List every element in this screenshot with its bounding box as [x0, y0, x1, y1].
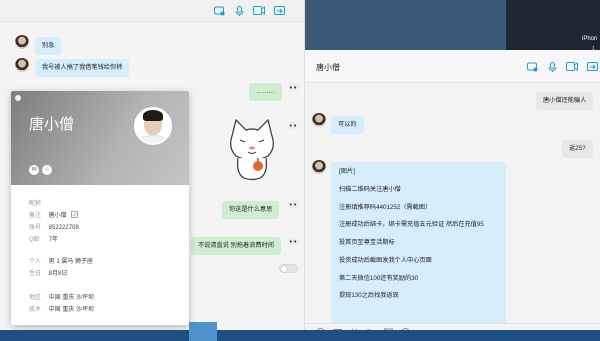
- contact-avatar[interactable]: [312, 160, 326, 174]
- chat-header: 唐小僧: [296, 50, 600, 83]
- taskbar: [0, 330, 600, 341]
- add-friend-icon[interactable]: [526, 61, 538, 72]
- remark-value[interactable]: 唐小僧: [49, 213, 67, 219]
- message-bubble: 唐小僧还能骗人: [536, 92, 594, 110]
- message-bubble: 不说清直说 别拖着浪费时间: [191, 237, 281, 255]
- profile-row-personal: 个人 男 1 属马 狮子座: [29, 259, 94, 265]
- message-line: 注册填推荐码4401252（需截图）: [339, 203, 432, 211]
- sticker-avatar: 👀: [289, 200, 299, 209]
- message-bubble-long: [图片] 扫描二维码关注唐小僧 注册填推荐码4401252（需截图） 注册成功后…: [331, 162, 506, 324]
- message-bubble: 我号被人搞了我借笔钱给你转: [35, 59, 130, 77]
- message-bubble: 返25?: [562, 140, 593, 158]
- sticker-avatar: 👀: [289, 83, 299, 92]
- cat-sticker: [230, 118, 274, 181]
- profile-name: 唐小僧: [29, 117, 75, 133]
- message-line: [图片]: [339, 168, 355, 175]
- sticker-avatar: 👀: [289, 237, 299, 246]
- email-icon[interactable]: ✉: [29, 165, 39, 175]
- chat-window-front: 别急 我号被人搞了我借笔钱给你转 ……… 👀 👀 你这是什么意思 👀 不说清直说…: [0, 0, 305, 330]
- profile-row-qage: Q龄 7年: [29, 237, 59, 243]
- star-icon[interactable]: ☆: [42, 165, 52, 175]
- profile-row-nickname: 昵称: [29, 201, 42, 207]
- message-bubble: 可以的: [331, 116, 364, 134]
- message-bubble: ………: [249, 83, 282, 101]
- contact-avatar[interactable]: [312, 113, 326, 127]
- voice-call-icon[interactable]: [546, 61, 558, 72]
- message-line: 提现130之后找我返现: [339, 292, 399, 300]
- message-line: 扫描二维码关注唐小僧: [339, 185, 401, 193]
- taskbar-app-button[interactable]: [189, 322, 217, 341]
- video-call-icon[interactable]: [253, 5, 265, 16]
- share-screen-icon[interactable]: [273, 5, 285, 16]
- profile-row-account: 账号 852222708: [29, 225, 79, 231]
- profile-row-location: 地区 中国 重庆 沙坪坝: [29, 295, 95, 301]
- profile-row-birthday: 生日 8月8日: [29, 271, 68, 277]
- contact-avatar[interactable]: [15, 35, 29, 49]
- profile-row-remark: 备注 唐小僧: [29, 210, 79, 219]
- message-line: 第二天微信100还有奖励的30: [339, 274, 419, 282]
- profile-card: 唐小僧 ✉ ☆ 昵称 备注 唐小僧 账号 852222708 Q龄 7年 个人 …: [11, 91, 189, 325]
- desktop-icon-label: iPhon: [582, 36, 598, 42]
- sticker-avatar: 👀: [289, 121, 299, 130]
- desktop-strip: [296, 0, 600, 50]
- message-bubble: 你这是什么意思: [222, 201, 280, 219]
- chat-toolbar: [0, 0, 304, 22]
- message-line: 注册成功后绑卡，绑卡需充值五元验证 然后在充值95: [339, 221, 484, 229]
- profile-avatar[interactable]: [134, 107, 172, 145]
- voice-call-icon[interactable]: [233, 5, 245, 16]
- close-dot-icon[interactable]: [15, 95, 21, 101]
- add-friend-icon[interactable]: [213, 5, 225, 16]
- message-bubble: 别急: [35, 37, 62, 55]
- video-call-icon[interactable]: [566, 61, 578, 72]
- chat-title: 唐小僧: [316, 63, 340, 72]
- edit-icon[interactable]: [71, 211, 79, 218]
- share-screen-icon[interactable]: [586, 61, 598, 72]
- message-line: 投首页至尊宝活期标: [339, 239, 395, 246]
- toggle-switch[interactable]: [279, 264, 298, 273]
- contact-avatar[interactable]: [15, 58, 29, 72]
- chat-window-back: iPhon 1 唐小僧 唐小僧还能骗人 可以的 返25? [图片] 扫描二维码关…: [296, 0, 600, 341]
- message-line: 投资成功后截图发我个人中心页面: [339, 256, 432, 264]
- profile-row-hometown: 故乡 中国 重庆 沙坪坝: [29, 307, 95, 313]
